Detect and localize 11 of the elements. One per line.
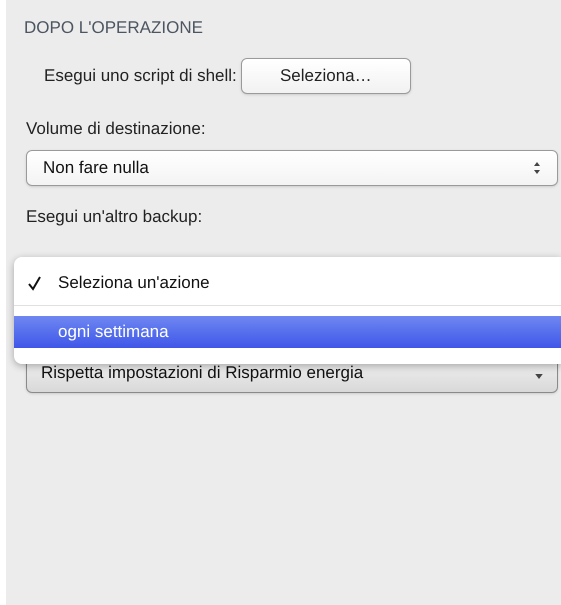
checkmark-icon (28, 276, 41, 290)
section-title: DOPO L'OPERAZIONE (24, 17, 203, 39)
menu-item[interactable]: ogni settimana (14, 316, 561, 348)
script-label: Esegui uno script di shell: (44, 65, 237, 88)
menu-item[interactable]: Seleziona un'azione (14, 267, 561, 299)
destination-dropdown[interactable]: Non fare nulla (26, 150, 558, 186)
backup-label: Esegui un'altro backup: (26, 206, 202, 228)
caret-down-icon (535, 374, 543, 378)
select-button[interactable]: Seleziona… (240, 58, 411, 94)
destination-label: Volume di destinazione: (26, 118, 206, 140)
stepper-arrows-icon (533, 160, 541, 174)
